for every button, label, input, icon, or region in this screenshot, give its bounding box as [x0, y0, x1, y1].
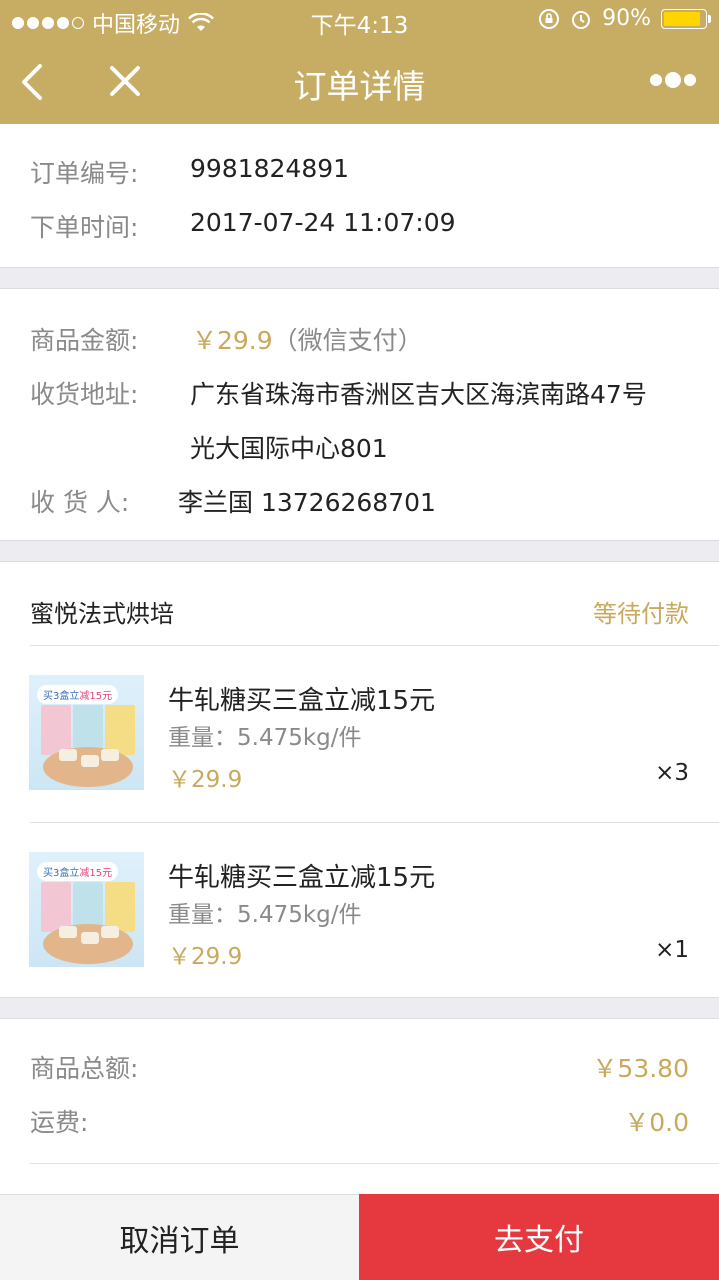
- order-time-label: 下单时间:: [30, 213, 139, 242]
- status-bar: 中国移动 下午4:13 90%: [0, 0, 719, 40]
- product-quantity: ×3: [655, 760, 689, 786]
- address-line2: 光大国际中心801: [190, 434, 388, 463]
- cancel-order-button[interactable]: 取消订单: [0, 1194, 359, 1280]
- product-price: ￥29.9: [168, 767, 243, 793]
- more-dots-icon[interactable]: [649, 68, 697, 92]
- list-item[interactable]: 买3盒立减15元 牛轧糖买三盒立减15元 重量：5.475kg/件 ￥29.9 …: [0, 646, 719, 822]
- page-title: 订单详情: [293, 67, 426, 106]
- shipping-value: ￥0.0: [624, 1108, 689, 1137]
- amount-value-group: ￥29.9（微信支付）: [192, 321, 423, 357]
- receiver-label: 收 货 人:: [30, 488, 130, 517]
- pay-method: （微信支付）: [272, 326, 423, 355]
- order-number-row: 订单编号: 9981824891: [30, 154, 349, 190]
- amount-value: ￥29.9: [192, 326, 273, 355]
- divider: [30, 1163, 719, 1164]
- order-number-label: 订单编号:: [30, 159, 139, 188]
- thumbnail-banner: 买3盒立减15元: [37, 685, 119, 704]
- shop-card: 蜜悦法式烘培 等待付款 买3盒立减15元 牛轧糖买三盒立减15元 重量：5.47…: [0, 561, 719, 998]
- total-value: ￥53.80: [592, 1054, 689, 1083]
- amount-label: 商品金额:: [30, 326, 139, 355]
- thumbnail-banner: 买3盒立减15元: [37, 862, 119, 881]
- order-status-badge: 等待付款: [593, 600, 689, 628]
- battery-icon: [661, 8, 711, 29]
- alarm-icon: [572, 10, 591, 29]
- delivery-card: 商品金额: ￥29.9（微信支付） 收货地址: 广东省珠海市香洲区吉大区海滨南路…: [0, 288, 719, 541]
- total-row: 商品总额:: [30, 1049, 138, 1085]
- product-thumbnail: 买3盒立减15元: [29, 675, 144, 790]
- top-bar: 中国移动 下午4:13 90% 订单详情: [0, 0, 719, 124]
- product-weight: 重量：5.475kg/件: [168, 725, 362, 751]
- address-line1: 广东省珠海市香洲区吉大区海滨南路47号: [190, 380, 647, 409]
- amount-row: 商品金额: ￥29.9（微信支付）: [30, 321, 423, 357]
- receiver-value: 李兰国 13726268701: [178, 488, 436, 517]
- product-title: 牛轧糖买三盒立减15元: [168, 686, 436, 716]
- order-time-row: 下单时间: 2017-07-24 11:07:09: [30, 208, 456, 244]
- list-item[interactable]: 买3盒立减15元 牛轧糖买三盒立减15元 重量：5.475kg/件 ￥29.9 …: [0, 823, 719, 999]
- product-price: ￥29.9: [168, 944, 243, 970]
- product-title: 牛轧糖买三盒立减15元: [168, 863, 436, 893]
- total-label: 商品总额:: [30, 1054, 139, 1083]
- bottom-action-bar: 取消订单 去支付: [0, 1194, 719, 1280]
- address-label: 收货地址:: [30, 380, 139, 409]
- product-weight: 重量：5.475kg/件: [168, 902, 362, 928]
- address-row: 收货地址: 广东省珠海市香洲区吉大区海滨南路47号: [30, 375, 647, 411]
- status-right: 90%: [538, 6, 711, 31]
- order-info-card: 订单编号: 9981824891 下单时间: 2017-07-24 11:07:…: [0, 124, 719, 268]
- product-quantity: ×1: [655, 937, 689, 963]
- nav-bar: 订单详情: [0, 40, 719, 124]
- product-thumbnail: 买3盒立减15元: [29, 852, 144, 967]
- summary-card: 商品总额: ￥53.80 运费: ￥0.0: [0, 1018, 719, 1198]
- battery-percent: 90%: [602, 6, 651, 31]
- receiver-row: 收 货 人: 李兰国 13726268701: [30, 483, 436, 519]
- shop-name[interactable]: 蜜悦法式烘培: [30, 594, 174, 629]
- battery-level: [664, 11, 700, 26]
- shipping-row: 运费:: [30, 1103, 88, 1139]
- rotation-lock-icon: [539, 8, 560, 29]
- pay-button[interactable]: 去支付: [359, 1194, 719, 1280]
- shipping-label: 运费:: [30, 1108, 89, 1137]
- order-number-value: 9981824891: [190, 154, 350, 183]
- order-time-value: 2017-07-24 11:07:09: [190, 208, 456, 237]
